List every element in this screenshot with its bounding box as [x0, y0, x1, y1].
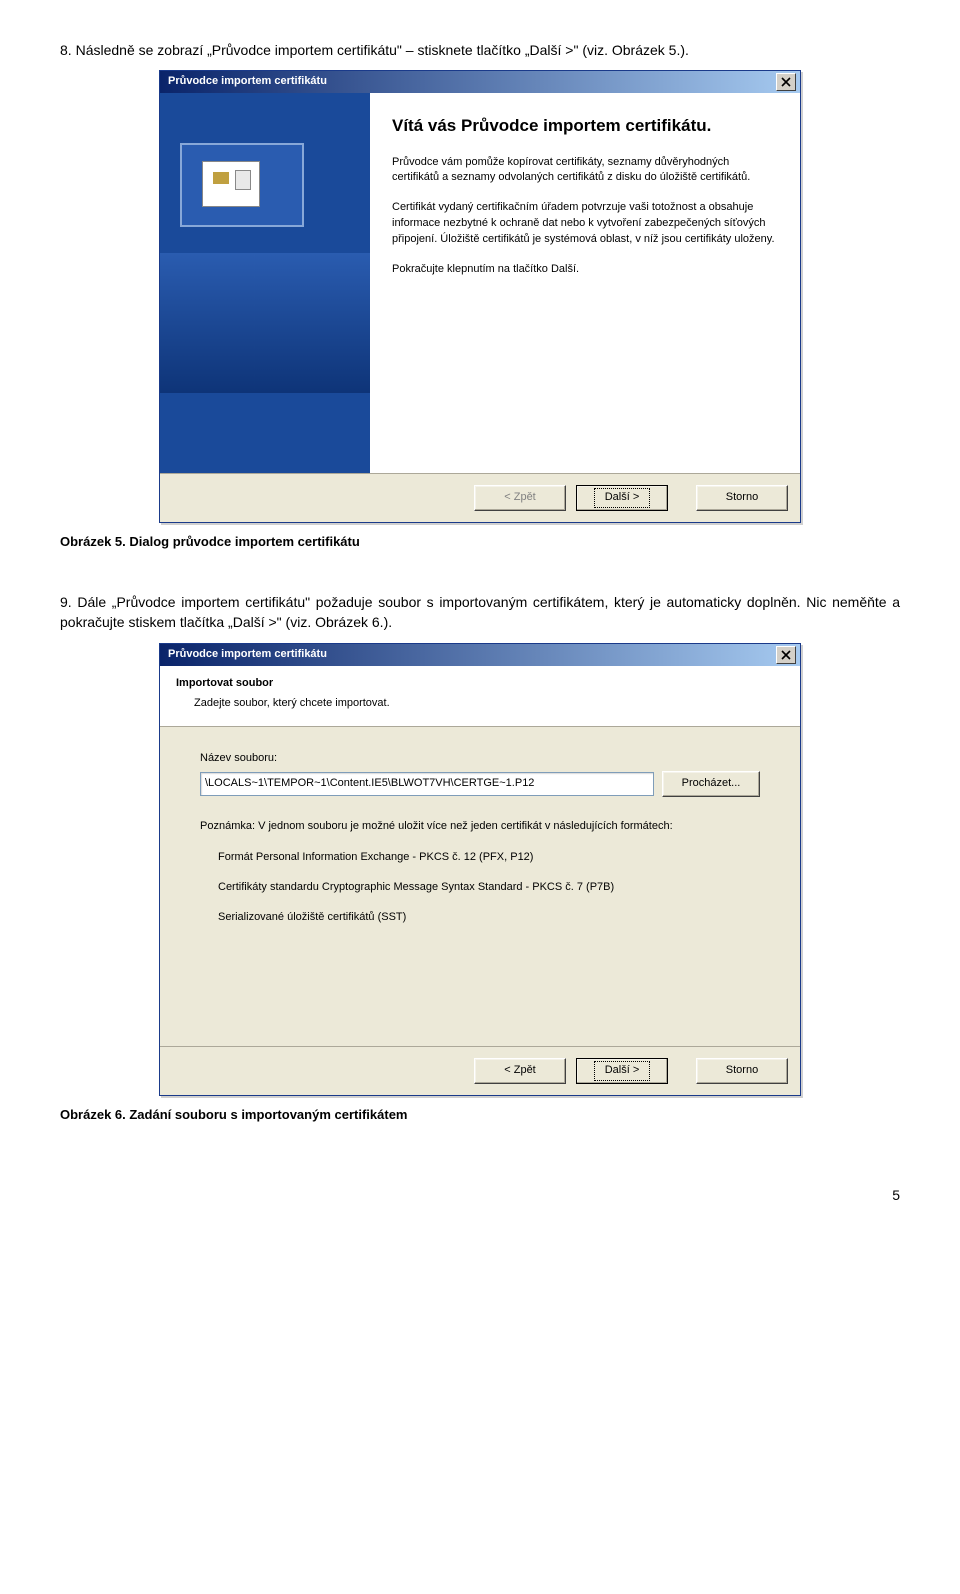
- caption-figure-6: Obrázek 6. Zadání souboru s importovaným…: [60, 1106, 900, 1125]
- next-button-label: Další >: [594, 488, 651, 508]
- page-number: 5: [60, 1185, 900, 1205]
- format-note: Poznámka: V jednom souboru je možné ulož…: [200, 819, 760, 834]
- next-button-label: Další >: [594, 1061, 651, 1081]
- next-button[interactable]: Další >: [576, 485, 668, 511]
- titlebar: Průvodce importem certifikátu: [160, 644, 800, 666]
- titlebar-text: Průvodce importem certifikátu: [164, 74, 776, 90]
- wizard-sidebar-graphic: [160, 93, 370, 473]
- wizard-content: Název souboru: \LOCALS~1\TEMPOR~1\Conten…: [160, 727, 800, 1046]
- filename-input[interactable]: \LOCALS~1\TEMPOR~1\Content.IE5\BLWOT7VH\…: [200, 772, 654, 796]
- cancel-button[interactable]: Storno: [696, 485, 788, 511]
- step-9-number: 9.: [60, 594, 72, 610]
- wizard-body: Vítá vás Průvodce importem certifikátu. …: [160, 93, 800, 473]
- button-row: < Zpět Další > Storno: [160, 473, 800, 522]
- step-9-body: Dále „Průvodce importem certifikátu" pož…: [60, 594, 900, 630]
- format-option-1: Formát Personal Information Exchange - P…: [200, 850, 760, 866]
- step-8-body: Následně se zobrazí „Průvodce importem c…: [76, 42, 689, 58]
- close-icon[interactable]: [776, 73, 796, 91]
- wizard-content: Vítá vás Průvodce importem certifikátu. …: [370, 93, 800, 473]
- filename-value: \LOCALS~1\TEMPOR~1\Content.IE5\BLWOT7VH\…: [205, 776, 534, 792]
- step-8-number: 8.: [60, 42, 72, 58]
- format-option-3: Serializované úložiště certifikátů (SST): [200, 910, 760, 926]
- step-9-text: 9. Dále „Průvodce importem certifikátu" …: [60, 592, 900, 633]
- wizard-paragraph-1: Průvodce vám pomůže kopírovat certifikát…: [392, 155, 778, 187]
- certificate-icon: [202, 161, 260, 207]
- next-button[interactable]: Další >: [576, 1058, 668, 1084]
- caption-figure-5: Obrázek 5. Dialog průvodce importem cert…: [60, 533, 900, 552]
- format-option-2: Certifikáty standardu Cryptographic Mess…: [200, 880, 760, 896]
- back-button[interactable]: < Zpět: [474, 485, 566, 511]
- filename-label: Název souboru:: [200, 751, 760, 767]
- dialog-wizard-welcome: Průvodce importem certifikátu Vítá vás P…: [159, 70, 801, 523]
- titlebar: Průvodce importem certifikátu: [160, 71, 800, 93]
- wizard-body: Importovat soubor Zadejte soubor, který …: [160, 666, 800, 1046]
- wizard-step-title: Importovat soubor: [176, 676, 784, 692]
- dialog-wizard-file: Průvodce importem certifikátu Importovat…: [159, 643, 801, 1096]
- filename-row: \LOCALS~1\TEMPOR~1\Content.IE5\BLWOT7VH\…: [200, 771, 760, 797]
- browse-button[interactable]: Procházet...: [662, 771, 760, 797]
- back-button-label: < Zpět: [504, 1063, 536, 1079]
- wizard-paragraph-3: Pokračujte klepnutím na tlačítko Další.: [392, 262, 778, 278]
- cancel-button-label: Storno: [726, 1063, 758, 1079]
- wizard-heading: Vítá vás Průvodce importem certifikátu.: [392, 115, 778, 136]
- back-button[interactable]: < Zpět: [474, 1058, 566, 1084]
- step-8-text: 8. Následně se zobrazí „Průvodce importe…: [60, 40, 900, 60]
- wizard-step-header: Importovat soubor Zadejte soubor, který …: [160, 666, 800, 727]
- cancel-button[interactable]: Storno: [696, 1058, 788, 1084]
- titlebar-text: Průvodce importem certifikátu: [164, 647, 776, 663]
- browse-button-label: Procházet...: [682, 776, 741, 792]
- wizard-paragraph-2: Certifikát vydaný certifikačním úřadem p…: [392, 200, 778, 248]
- button-row: < Zpět Další > Storno: [160, 1046, 800, 1095]
- wizard-step-subtitle: Zadejte soubor, který chcete importovat.: [176, 696, 784, 712]
- cancel-button-label: Storno: [726, 490, 758, 506]
- close-icon[interactable]: [776, 646, 796, 664]
- back-button-label: < Zpět: [504, 490, 536, 506]
- dialog-wizard-welcome-wrapper: Průvodce importem certifikátu Vítá vás P…: [159, 70, 801, 523]
- dialog-wizard-file-wrapper: Průvodce importem certifikátu Importovat…: [159, 643, 801, 1096]
